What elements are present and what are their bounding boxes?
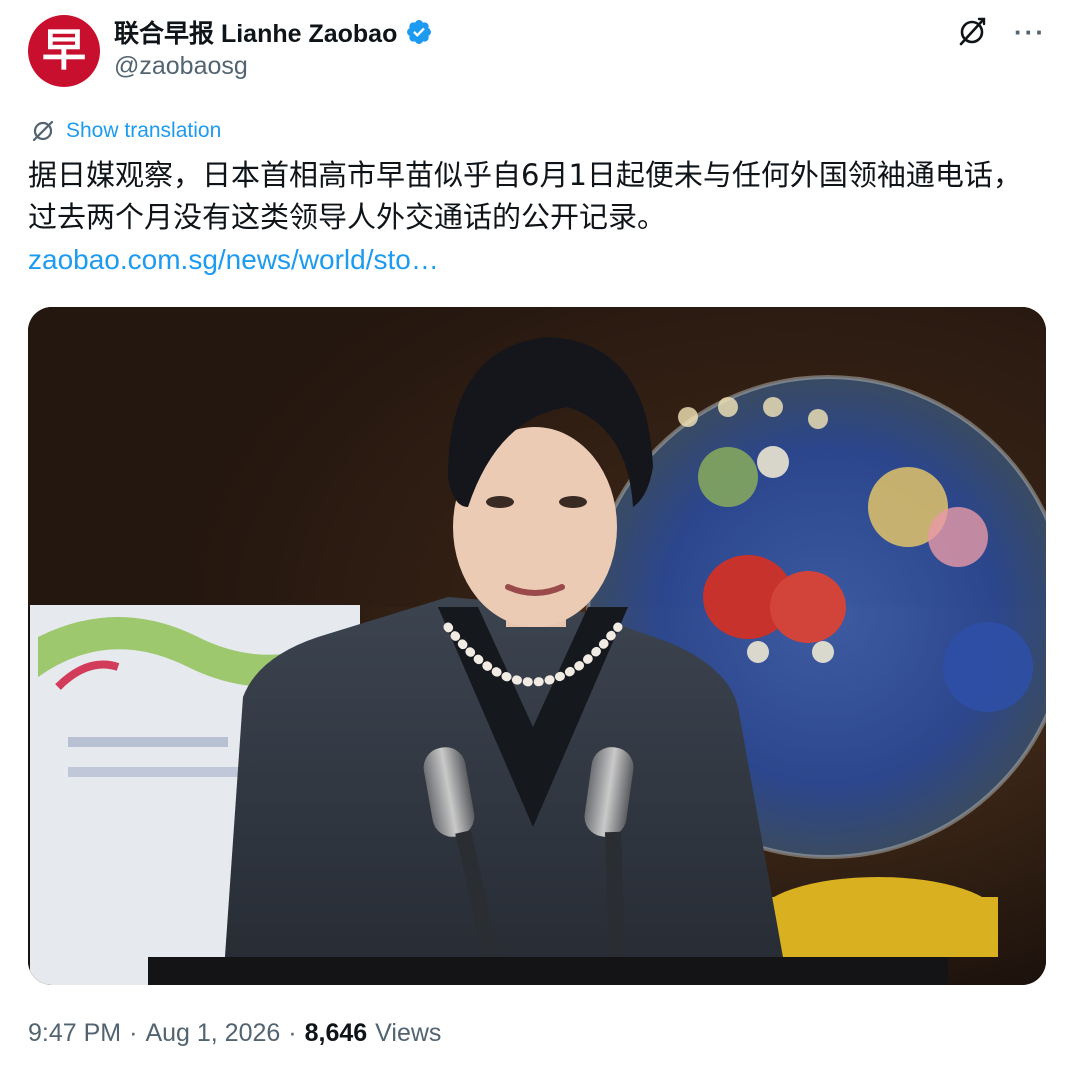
tweet-meta: 9:47 PM · Aug 1, 2026 · 8,646 Views (28, 1019, 441, 1048)
grok-slash-icon[interactable] (954, 14, 990, 50)
more-dots: ··· (1014, 17, 1046, 47)
show-translation-label: Show translation (66, 119, 222, 142)
account-handle[interactable]: @zaobaosg (114, 52, 248, 81)
show-translation-button[interactable]: Show translation (30, 118, 221, 144)
photo-image (28, 307, 1046, 985)
top-actions: ··· (954, 14, 1048, 50)
views-count: 8,646 (304, 1019, 368, 1047)
meta-separator: · (288, 1019, 297, 1047)
avatar[interactable]: 早 (28, 15, 100, 87)
account-name-row: 联合早报 Lianhe Zaobao (114, 14, 433, 50)
views-label: Views (375, 1019, 442, 1047)
display-name[interactable]: 联合早报 Lianhe Zaobao (114, 14, 397, 50)
translate-icon (32, 120, 54, 142)
tweet-date[interactable]: Aug 1, 2026 (145, 1019, 280, 1048)
tweet-link[interactable]: zaobao.com.sg/news/world/sto… (28, 244, 439, 276)
more-icon[interactable]: ··· (1012, 14, 1048, 50)
tweet-time[interactable]: 9:47 PM (28, 1019, 121, 1048)
tweet-text: 据日媒观察，日本首相高市早苗似乎自6月1日起便未与任何外国领袖通电话，过去两个月… (28, 158, 1022, 234)
meta-separator: · (129, 1019, 138, 1047)
verified-badge-icon (407, 20, 432, 44)
tweet-photo[interactable] (28, 307, 1046, 985)
